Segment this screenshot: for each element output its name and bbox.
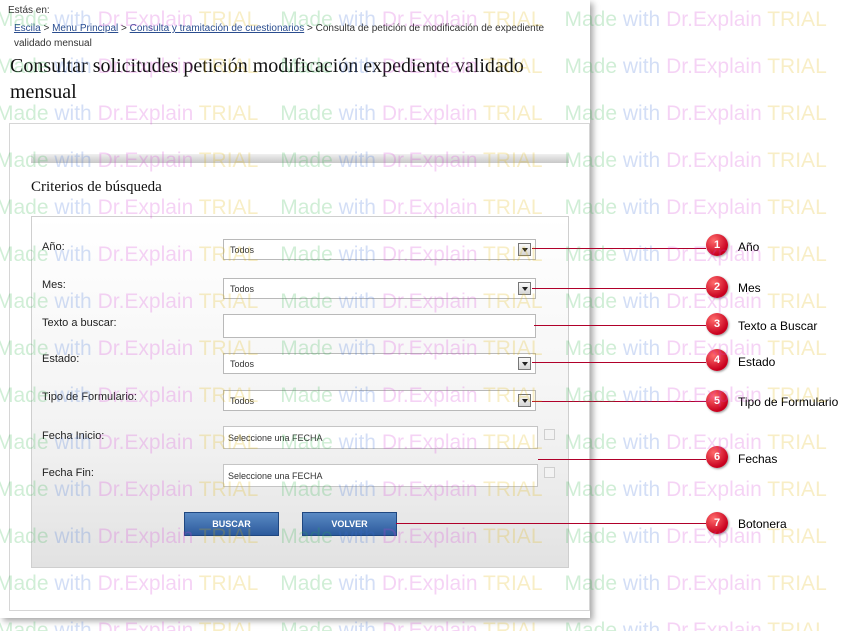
fecha-fin-label: Fecha Fin:	[42, 467, 94, 479]
breadcrumb: Escila > Menu Principal > Consulta y tra…	[14, 21, 584, 51]
estado-select[interactable]: Todos	[223, 353, 536, 374]
calendar-icon[interactable]	[544, 429, 555, 440]
callout-line-1	[532, 248, 706, 249]
section-divider-bar	[31, 154, 569, 163]
callout-badge-2: 2	[706, 276, 728, 298]
volver-button[interactable]: VOLVER	[302, 512, 397, 536]
callout-text-4: Estado	[738, 355, 776, 369]
callout-line-7	[396, 523, 706, 524]
callout-badge-3: 3	[706, 313, 728, 335]
callout-badge-1: 1	[706, 234, 728, 256]
breadcrumb-separator: >	[306, 23, 313, 34]
fecha-inicio-input[interactable]: Seleccione una FECHA	[223, 426, 538, 449]
callout-line-3	[534, 325, 706, 326]
chevron-down-icon[interactable]	[518, 282, 531, 295]
fecha-fin-value: Seleccione una FECHA	[228, 471, 323, 481]
callout-text-2: Mes	[738, 281, 761, 295]
callout-text-3: Texto a Buscar	[738, 319, 818, 333]
texto-input[interactable]	[223, 314, 536, 338]
mes-select-value: Todos	[230, 284, 255, 294]
fecha-inicio-label: Fecha Inicio:	[42, 430, 105, 442]
chevron-down-icon[interactable]	[518, 357, 531, 370]
anio-label: Año:	[42, 241, 65, 253]
breadcrumb-link-menu-principal[interactable]: Menu Principal	[52, 23, 118, 34]
buscar-button[interactable]: BUSCAR	[184, 512, 279, 536]
chevron-down-icon[interactable]	[518, 394, 531, 407]
anio-select[interactable]: Todos	[223, 239, 536, 260]
callout-text-6: Fechas	[738, 452, 778, 466]
callout-line-5	[532, 401, 706, 402]
breadcrumb-label: Estás en:	[8, 5, 50, 16]
breadcrumb-link-escila[interactable]: Escila	[14, 23, 41, 34]
estado-select-value: Todos	[230, 359, 255, 369]
fecha-inicio-value: Seleccione una FECHA	[228, 433, 323, 443]
content-panel: Criterios de búsqueda Año: Todos Mes: To…	[9, 123, 590, 611]
callout-line-6	[538, 459, 706, 460]
application-page: Estás en: Escila > Menu Principal > Cons…	[0, 0, 590, 618]
breadcrumb-separator: >	[121, 23, 127, 34]
callout-badge-5: 5	[706, 390, 728, 412]
tipo-select-value: Todos	[230, 396, 255, 406]
callout-badge-7: 7	[706, 512, 728, 534]
breadcrumb-separator: >	[43, 23, 50, 34]
section-title: Criterios de búsqueda	[31, 179, 162, 195]
watermark-row: Made with Dr.Explain TRIAL Made with Dr.E…	[0, 619, 827, 631]
callout-line-2	[532, 288, 706, 289]
breadcrumb-link-consulta[interactable]: Consulta y tramitación de cuestionarios	[130, 23, 305, 34]
callout-text-1: Año	[738, 240, 760, 254]
tipo-select[interactable]: Todos	[223, 390, 536, 411]
mes-select[interactable]: Todos	[223, 278, 536, 299]
callout-badge-4: 4	[706, 349, 728, 371]
callout-text-5: Tipo de Formulario	[738, 395, 839, 409]
texto-label: Texto a buscar:	[42, 317, 117, 329]
callout-text-7: Botonera	[738, 517, 787, 531]
tipo-label: Tipo de Formulario:	[42, 391, 137, 403]
callout-badge-6: 6	[706, 446, 728, 468]
chevron-down-icon[interactable]	[518, 243, 531, 256]
callout-line-4	[532, 362, 706, 363]
estado-label: Estado:	[42, 353, 80, 365]
page-title: Consultar solicitudes petición modificac…	[10, 55, 524, 103]
fecha-fin-input[interactable]: Seleccione una FECHA	[223, 464, 538, 487]
mes-label: Mes:	[42, 279, 66, 291]
calendar-icon[interactable]	[544, 467, 555, 478]
search-form: Año: Todos Mes: Todos Texto a buscar: Es…	[31, 216, 569, 568]
anio-select-value: Todos	[230, 245, 255, 255]
